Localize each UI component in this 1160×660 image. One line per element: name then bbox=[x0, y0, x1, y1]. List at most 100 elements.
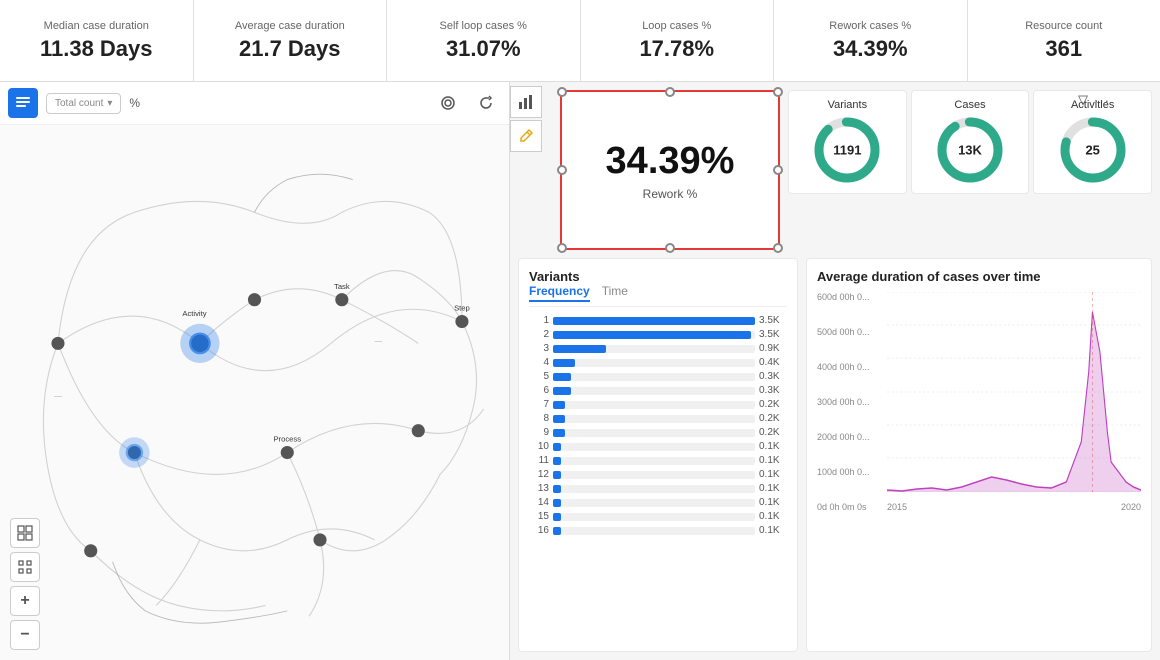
process-map[interactable]: Activity Task Step Process — — bbox=[0, 125, 509, 660]
cases-label: Cases bbox=[954, 99, 985, 111]
variants-stat-card: Variants 1191 bbox=[788, 90, 907, 194]
bar-track bbox=[553, 485, 755, 493]
kpi-self-loop: Self loop cases % 31.07% bbox=[387, 0, 581, 81]
bar-num: 15 bbox=[529, 511, 549, 522]
focus-button[interactable] bbox=[10, 552, 40, 582]
activities-donut: 25 bbox=[1058, 115, 1128, 185]
bar-row: 4 0.4K bbox=[529, 357, 787, 368]
bar-num: 3 bbox=[529, 343, 549, 354]
chart-area: 600d 00h 0...500d 00h 0...400d 00h 0...3… bbox=[817, 292, 1141, 512]
bar-track bbox=[553, 345, 755, 353]
svg-text:Task: Task bbox=[334, 282, 350, 291]
kpi-resource-label: Resource count bbox=[1025, 20, 1102, 32]
bar-row: 16 0.1K bbox=[529, 525, 787, 536]
variants-value: 1191 bbox=[833, 143, 861, 158]
bar-num: 10 bbox=[529, 441, 549, 452]
bar-num: 9 bbox=[529, 427, 549, 438]
handle-bl[interactable] bbox=[557, 243, 567, 253]
bar-fill bbox=[553, 373, 571, 381]
bar-track bbox=[553, 457, 755, 465]
left-panel: Total count ▾ % bbox=[0, 82, 510, 660]
handle-bm[interactable] bbox=[665, 243, 675, 253]
tab-time[interactable]: Time bbox=[602, 284, 628, 302]
kpi-median-duration: Median case duration 11.38 Days bbox=[0, 0, 194, 81]
y-label: 300d 00h 0... bbox=[817, 397, 870, 407]
bar-fill bbox=[553, 317, 755, 325]
variants-panel-title: Variants bbox=[529, 269, 580, 284]
refresh-button[interactable] bbox=[471, 88, 501, 118]
bar-fill bbox=[553, 471, 561, 479]
bar-label: 0.1K bbox=[759, 511, 787, 522]
bar-label: 0.1K bbox=[759, 525, 787, 536]
bar-fill bbox=[553, 387, 571, 395]
bar-label: 0.9K bbox=[759, 343, 787, 354]
bar-fill bbox=[553, 499, 561, 507]
kpi-rework-value: 34.39% bbox=[833, 36, 908, 62]
bar-label: 0.2K bbox=[759, 427, 787, 438]
total-count-dropdown[interactable]: Total count ▾ bbox=[46, 93, 121, 114]
bar-label: 0.3K bbox=[759, 371, 787, 382]
handle-ml[interactable] bbox=[557, 165, 567, 175]
circle-view-button[interactable] bbox=[433, 88, 463, 118]
bar-num: 8 bbox=[529, 413, 549, 424]
bar-track bbox=[553, 387, 755, 395]
y-label: 400d 00h 0... bbox=[817, 362, 870, 372]
handle-tr[interactable] bbox=[773, 87, 783, 97]
kpi-average-value: 21.7 Days bbox=[239, 36, 341, 62]
svg-text:—: — bbox=[54, 391, 62, 400]
cases-donut: 13K bbox=[935, 115, 1005, 185]
zoom-out-button[interactable]: − bbox=[10, 620, 40, 650]
bar-row: 3 0.9K bbox=[529, 343, 787, 354]
rework-widget-value: 34.39% bbox=[606, 140, 735, 183]
tab-frequency[interactable]: Frequency bbox=[529, 284, 590, 302]
dropdown-label: Total count bbox=[55, 98, 103, 109]
x-label: 2015 bbox=[887, 502, 907, 512]
zoom-in-button[interactable]: + bbox=[10, 586, 40, 616]
bar-row: 8 0.2K bbox=[529, 413, 787, 424]
handle-mr[interactable] bbox=[773, 165, 783, 175]
svg-text:Process: Process bbox=[273, 435, 301, 444]
bar-label: 0.3K bbox=[759, 385, 787, 396]
bar-track bbox=[553, 471, 755, 479]
bar-num: 14 bbox=[529, 497, 549, 508]
bar-num: 6 bbox=[529, 385, 549, 396]
percent-label: % bbox=[129, 96, 140, 110]
handle-tl[interactable] bbox=[557, 87, 567, 97]
variants-label: Variants bbox=[828, 99, 868, 111]
map-view-button[interactable] bbox=[8, 88, 38, 118]
bar-num: 13 bbox=[529, 483, 549, 494]
bar-track bbox=[553, 443, 755, 451]
right-panel: ▽ ··· 34.39% Rework % Varian bbox=[510, 82, 1160, 660]
kpi-loop-value: 17.78% bbox=[639, 36, 714, 62]
handle-br[interactable] bbox=[773, 243, 783, 253]
bar-label: 0.4K bbox=[759, 357, 787, 368]
bar-fill bbox=[553, 527, 561, 535]
main-area: Total count ▾ % bbox=[0, 82, 1160, 660]
chart-x-labels: 20152020 bbox=[887, 502, 1141, 512]
handle-tm[interactable] bbox=[665, 87, 675, 97]
bar-fill bbox=[553, 443, 561, 451]
bar-fill bbox=[553, 457, 561, 465]
filter-icon[interactable]: ▽ bbox=[1078, 92, 1088, 108]
grid-bottom-button[interactable] bbox=[10, 518, 40, 548]
kpi-rework-label: Rework cases % bbox=[829, 20, 911, 32]
kpi-average-duration: Average case duration 21.7 Days bbox=[194, 0, 388, 81]
y-label: 0d 0h 0m 0s bbox=[817, 502, 870, 512]
bar-track bbox=[553, 415, 755, 423]
bar-row: 1 3.5K bbox=[529, 315, 787, 326]
kpi-loop-label: Loop cases % bbox=[642, 20, 711, 32]
kpi-average-label: Average case duration bbox=[235, 20, 345, 32]
variants-donut: 1191 bbox=[812, 115, 882, 185]
duration-panel: Average duration of cases over time 600d… bbox=[806, 258, 1152, 652]
bar-chart-tool-button[interactable] bbox=[510, 86, 542, 118]
variants-panel: Variants Frequency Time 1 3.5K 2 3.5K 3 bbox=[518, 258, 798, 652]
bar-track bbox=[553, 359, 755, 367]
more-options-icon[interactable]: ··· bbox=[1094, 93, 1110, 108]
bar-track bbox=[553, 499, 755, 507]
pencil-tool-button[interactable] bbox=[510, 120, 542, 152]
bar-label: 0.2K bbox=[759, 399, 787, 410]
bottom-right-charts: Variants Frequency Time 1 3.5K 2 3.5K 3 bbox=[510, 258, 1160, 660]
bar-label: 0.2K bbox=[759, 413, 787, 424]
bar-fill bbox=[553, 345, 606, 353]
bar-label: 0.1K bbox=[759, 469, 787, 480]
